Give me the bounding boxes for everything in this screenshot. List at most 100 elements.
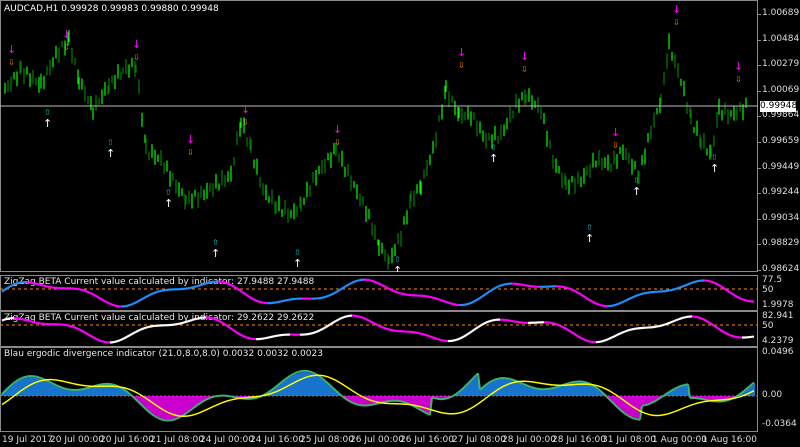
zigzag-segment [703, 318, 707, 322]
main-line-segment [657, 397, 661, 401]
zigzag-segment [471, 328, 475, 333]
main-line-segment [275, 384, 279, 388]
zigzag-segment [323, 326, 327, 330]
main-line-segment [425, 412, 429, 415]
sell-arrow-icon: ↓ [186, 133, 195, 146]
zigzag-segment [471, 300, 475, 304]
zigzag-segment [143, 326, 147, 330]
main-line-segment [735, 394, 739, 398]
zigzag-segment [253, 298, 257, 302]
zigzag-segment [609, 336, 613, 340]
zigzag-segment [419, 332, 423, 335]
main-line-segment [647, 402, 651, 406]
signal-line-segment [293, 381, 297, 384]
zigzag-segment [615, 303, 619, 306]
price-scale[interactable]: 1.00689 1.00484 1.00279 1.00069 0.99864 0.996… [758, 0, 800, 274]
zigzag-segment [425, 334, 429, 337]
main-line-segment [347, 399, 351, 403]
main-line-segment [511, 378, 515, 382]
zigzag-segment [97, 338, 101, 342]
zigzag-segment [575, 290, 579, 294]
main-line-segment [15, 379, 19, 383]
zigzag-segment [373, 322, 377, 326]
main-line-segment [327, 382, 331, 386]
indicator-tick-label: 50 [762, 285, 774, 295]
zigzag-segment [81, 329, 85, 333]
zigzag-segment [239, 333, 243, 337]
zigzag-2-scale: 82.941 50 4.2379 [758, 311, 800, 347]
zigzag-segment [627, 297, 631, 301]
zigzag-segment [497, 284, 501, 288]
zigzag-segment [457, 337, 461, 341]
signal-line-segment [421, 406, 425, 409]
zigzag-segment [135, 300, 139, 304]
zigzag-segment [479, 323, 483, 327]
signal-line-segment [273, 391, 277, 394]
zigzag-segment [235, 286, 239, 291]
zigzag-segment [225, 281, 229, 285]
signal-line-segment [279, 388, 283, 391]
zigzag-segment [125, 335, 129, 339]
main-line-segment [141, 404, 145, 409]
time-tick-label: 31 Jul 08:00 [602, 435, 656, 445]
main-line-segment [53, 383, 57, 386]
zigzag-segment [671, 288, 675, 291]
zigzag-segment [237, 332, 241, 336]
zigzag-segment [621, 330, 625, 334]
zigzag-segment [705, 319, 709, 323]
zigzag-segment [27, 319, 31, 323]
zigzag-segment [477, 297, 481, 301]
zigzag-segment [611, 335, 615, 339]
time-axis[interactable]: 19 Jul 2017 20 Jul 00:00 20 Jul 16:00 21 Ju… [0, 432, 800, 447]
signal-line-segment [27, 384, 31, 387]
sell-arrow-icon: ↓ [241, 103, 250, 116]
zigzag-segment [365, 318, 369, 322]
zigzag-segment [343, 315, 347, 319]
main-line-segment [295, 371, 299, 374]
zigzag-segment [239, 289, 243, 293]
main-line-segment [661, 394, 665, 398]
zigzag-segment [597, 303, 601, 307]
signal-line-segment [269, 392, 273, 395]
zigzag-segment [483, 292, 487, 297]
signal-line-segment [37, 380, 41, 383]
zigzag-segment [391, 289, 395, 293]
sell-signal-icon: ⇩ [458, 61, 465, 70]
main-line-segment [451, 394, 455, 398]
zigzag-segment [145, 294, 149, 298]
signal-line-segment [337, 380, 341, 384]
zigzag-segment [353, 280, 357, 283]
zigzag-segment [575, 334, 579, 338]
buy-signal-icon: ⇧ [586, 223, 593, 232]
zigzag-segment [7, 285, 11, 289]
main-line-segment [61, 386, 65, 390]
main-line-segment [679, 384, 683, 388]
signal-line-segment [497, 387, 501, 391]
signal-line-segment [351, 389, 355, 393]
signal-line-segment [33, 381, 37, 384]
zigzag-segment [727, 290, 731, 294]
main-line-segment [211, 395, 215, 399]
zigzag-segment [383, 326, 387, 330]
zigzag-segment [83, 289, 87, 293]
signal-line-segment [679, 407, 683, 411]
zigzag-segment [577, 335, 581, 339]
main-line-segment [665, 391, 669, 395]
signal-line-segment [501, 385, 505, 388]
main-line-segment [457, 390, 461, 394]
signal-line-segment [485, 395, 489, 399]
buy-signal-icon: ⇧ [633, 176, 640, 185]
signal-line-segment [689, 404, 693, 407]
signal-line-segment [199, 411, 203, 414]
main-line-segment [13, 380, 17, 384]
signal-line-segment [681, 407, 685, 410]
signal-line-segment [467, 408, 471, 411]
zigzag-segment [443, 300, 447, 303]
zigzag-segment [143, 295, 147, 299]
main-line-segment [487, 381, 491, 385]
zigzag-segment [195, 284, 199, 288]
zigzag-segment [337, 317, 341, 321]
zigzag-segment [595, 302, 599, 306]
zigzag-segment [473, 299, 477, 303]
main-line-segment [649, 401, 653, 405]
